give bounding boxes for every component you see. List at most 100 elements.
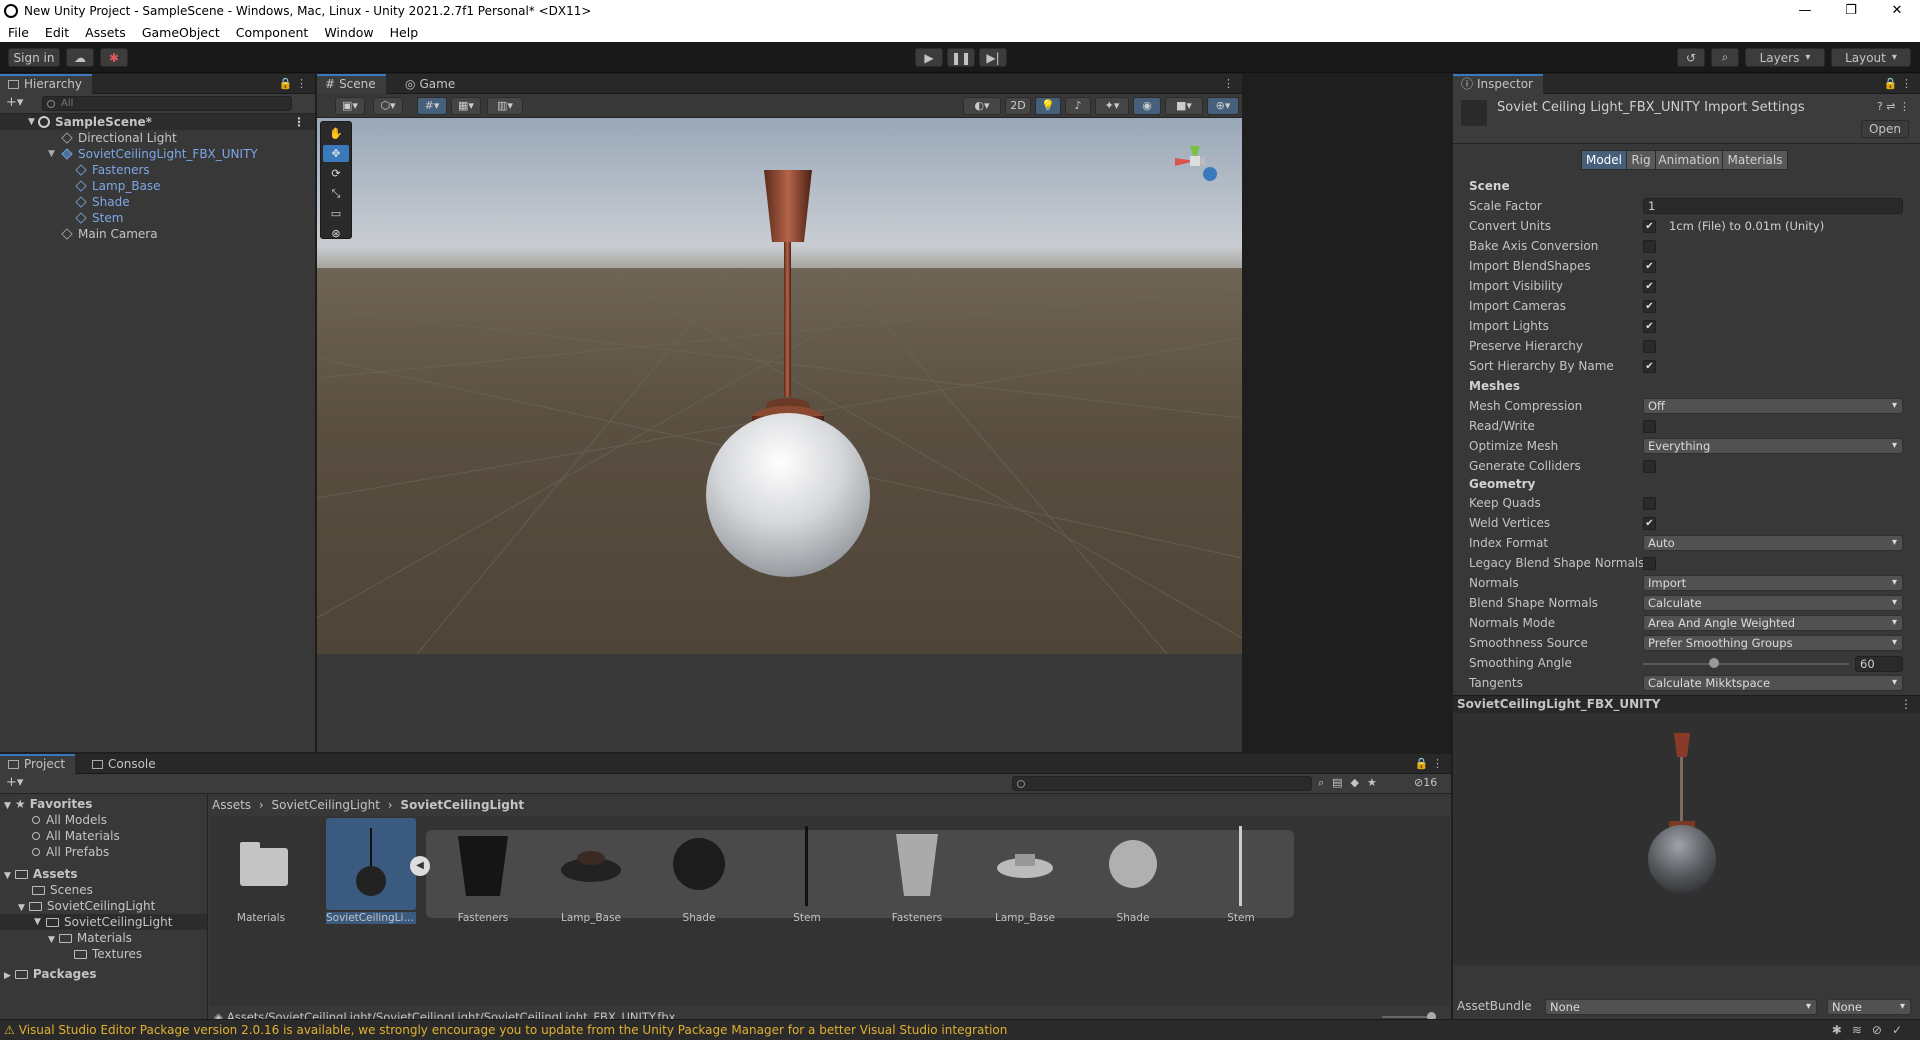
status-message[interactable]: Visual Studio Editor Package version 2.0… [19,1023,1008,1037]
scene-menu-icon[interactable]: ⋮ [1223,77,1234,90]
layers-dropdown[interactable]: Layers [1745,48,1825,67]
preview-menu-icon[interactable]: ⋮ [1900,697,1912,711]
tab-inspector[interactable]: ⓘ Inspector [1453,74,1543,94]
lighting-toggle-icon[interactable]: 💡 [1035,97,1061,115]
hierarchy-item-lamp-base[interactable]: Lamp_Base [0,178,315,194]
scene-viewport[interactable]: ✋ ✥ ⟳ ⤡ ▭ ⊛ [317,118,1242,654]
normals-dropdown[interactable]: Import [1643,575,1903,591]
transform-tool-icon[interactable]: ⊛ [323,225,349,242]
project-search-input[interactable] [1012,776,1312,791]
tree-scenes[interactable]: Scenes [32,882,93,898]
legacy-blend-checkbox[interactable] [1643,557,1656,570]
blend-shape-normals-dropdown[interactable]: Calculate [1643,595,1903,611]
tab-materials[interactable]: Materials [1722,150,1788,170]
help-settings-icons[interactable]: ? ⇌ ⋮ [1877,100,1910,113]
hierarchy-item-directional-light[interactable]: Directional Light [0,130,315,146]
assetbundle-variant-dropdown[interactable]: None [1827,999,1911,1015]
tree-packages[interactable]: ▶ Packages [4,966,97,982]
audio-toggle-icon[interactable]: ♪ [1065,97,1091,115]
tab-scene[interactable]: # Scene [317,74,386,94]
tree-all-materials[interactable]: All Materials [32,828,120,844]
lock-menu-icon[interactable]: 🔒 ⋮ [1884,77,1912,90]
toggle-2d-button[interactable]: 2D [1005,97,1031,115]
expand-arrow-icon[interactable]: ▼ [28,114,35,130]
tab-hierarchy[interactable]: Hierarchy [0,74,93,94]
assetbundle-dropdown[interactable]: None [1545,999,1817,1015]
hierarchy-item-stem[interactable]: Stem [0,210,315,226]
smoothing-angle-input[interactable]: 60 [1855,656,1903,672]
orientation-gizmo-icon[interactable] [1160,126,1230,196]
sort-hierarchy-checkbox[interactable]: ✔ [1643,360,1656,373]
generate-colliders-checkbox[interactable] [1643,460,1656,473]
import-visibility-checkbox[interactable]: ✔ [1643,280,1656,293]
layout-dropdown[interactable]: Layout [1831,48,1911,67]
read-write-checkbox[interactable] [1643,420,1656,433]
breadcrumb-assets[interactable]: Assets [212,798,251,812]
gizmos-dropdown[interactable]: ⊕▾ [1207,97,1239,115]
collapse-arrow-icon[interactable]: ◀ [410,856,430,876]
status-icons[interactable]: ✱≋⊘✓ [1832,1020,1912,1040]
tree-assets[interactable]: ▼ Assets [4,866,78,882]
add-icon[interactable]: +▾ [6,775,23,790]
expand-arrow-icon[interactable]: ▼ [4,871,11,881]
scene-menu-icon[interactable]: ⋮ [293,114,305,130]
menu-assets[interactable]: Assets [77,25,134,40]
menu-gameobject[interactable]: GameObject [134,25,228,40]
lock-menu-icon[interactable]: 🔒 ⋮ [1415,757,1443,770]
effects-dropdown[interactable]: ✦▾ [1095,97,1129,115]
hierarchy-search-input[interactable]: All [42,96,292,111]
optimize-mesh-dropdown[interactable]: Everything [1643,438,1903,454]
add-icon[interactable]: +▾ [6,95,23,110]
keep-quads-checkbox[interactable] [1643,497,1656,510]
rect-tool-icon[interactable]: ▭ [323,205,349,222]
index-format-dropdown[interactable]: Auto [1643,535,1903,551]
model-preview[interactable] [1453,713,1920,965]
mesh-compression-dropdown[interactable]: Off [1643,398,1903,414]
open-button[interactable]: Open [1861,120,1909,138]
tree-all-models[interactable]: All Models [32,812,107,828]
hand-tool-icon[interactable]: ✋ [323,125,349,142]
filter-icons[interactable]: ⌕▤◆★ [1318,776,1385,790]
minimize-button[interactable]: — [1782,0,1828,22]
sign-in-button[interactable]: Sign in [8,48,60,67]
tab-rig[interactable]: Rig [1626,150,1656,170]
hierarchy-item-main-camera[interactable]: Main Camera [0,226,315,242]
play-button[interactable]: ▶ [915,48,943,67]
move-tool-icon[interactable]: ✥ [323,145,349,162]
menu-help[interactable]: Help [382,25,427,40]
hierarchy-scene-row[interactable]: ▼ SampleScene* ⋮ [0,114,315,130]
expand-arrow-icon[interactable]: ▼ [34,914,41,930]
hidden-objects-icon[interactable]: ◉ [1133,97,1161,115]
ceiling-light-model[interactable] [706,170,870,577]
import-cameras-checkbox[interactable]: ✔ [1643,300,1656,313]
rotate-tool-icon[interactable]: ⟳ [323,165,349,182]
smoothness-source-dropdown[interactable]: Prefer Smoothing Groups [1643,635,1903,651]
tree-soviet-ceiling-light-sub[interactable]: ▼ SovietCeilingLight [0,914,207,930]
hierarchy-item-soviet-ceiling-light[interactable]: ▼ SovietCeilingLight_FBX_UNITY [0,146,315,162]
grid-visibility-button[interactable]: ▥▾ [487,97,523,115]
tab-project[interactable]: Project [0,754,76,774]
history-icon[interactable]: ↺ [1677,48,1705,67]
expand-arrow-icon[interactable]: ▶ [4,971,11,981]
tree-favorites[interactable]: ▼ ★ Favorites [4,796,92,812]
normals-mode-dropdown[interactable]: Area And Angle Weighted [1643,615,1903,631]
menu-edit[interactable]: Edit [37,25,77,40]
tree-soviet-ceiling-light[interactable]: ▼ SovietCeilingLight [18,898,155,914]
convert-units-checkbox[interactable]: ✔ [1643,220,1656,233]
menu-file[interactable]: File [0,25,37,40]
hierarchy-item-shade[interactable]: Shade [0,194,315,210]
import-lights-checkbox[interactable]: ✔ [1643,320,1656,333]
render-mode-dropdown[interactable]: ⬡▾ [373,97,403,115]
cloud-icon[interactable]: ☁ [66,48,94,67]
expand-arrow-icon[interactable]: ▼ [48,146,55,162]
scale-tool-icon[interactable]: ⤡ [323,185,349,202]
preserve-hierarchy-checkbox[interactable] [1643,340,1656,353]
bake-axis-checkbox[interactable] [1643,240,1656,253]
breadcrumb-current[interactable]: SovietCeilingLight [400,798,524,812]
expand-arrow-icon[interactable]: ▼ [4,801,11,811]
grid-snap-button[interactable]: #▾ [417,97,447,115]
tree-all-prefabs[interactable]: All Prefabs [32,844,109,860]
expand-arrow-icon[interactable]: ▼ [18,903,25,913]
menu-component[interactable]: Component [228,25,317,40]
close-button[interactable]: ✕ [1874,0,1920,22]
